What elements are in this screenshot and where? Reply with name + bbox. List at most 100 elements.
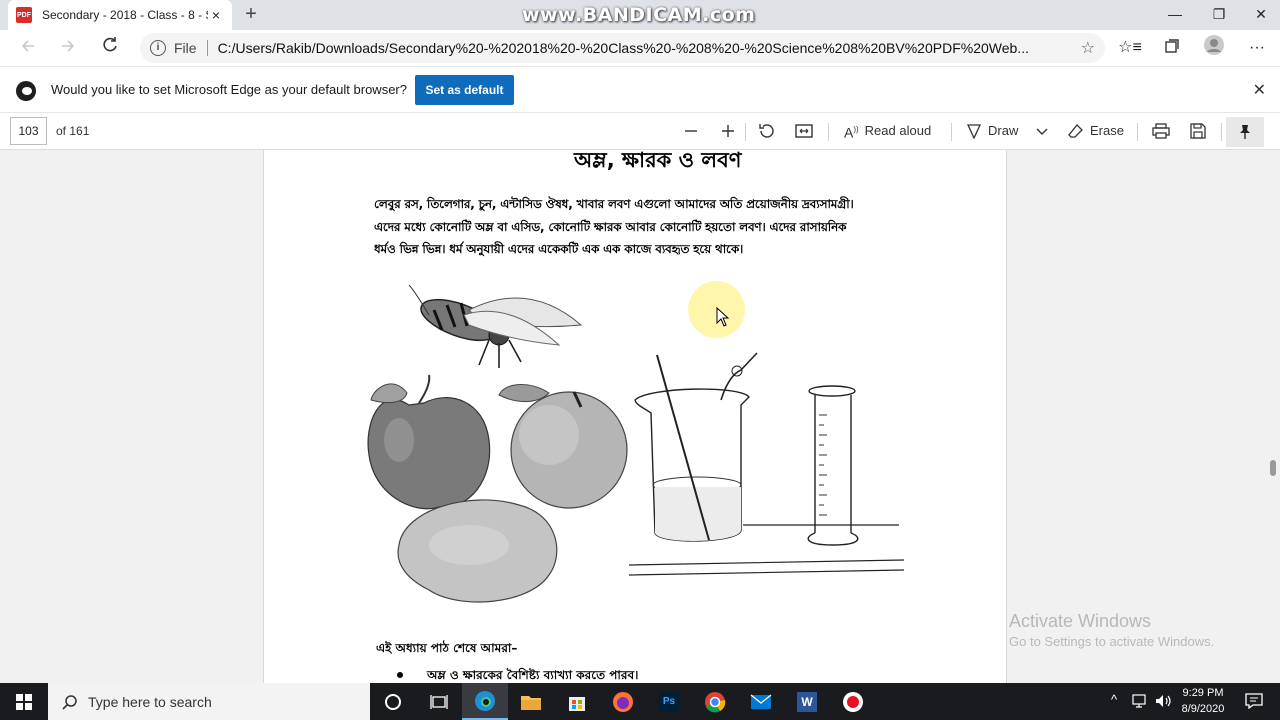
word-icon: W xyxy=(797,691,817,712)
favorites-button[interactable]: ☆≡ xyxy=(1116,34,1144,62)
minimize-button[interactable]: — xyxy=(1152,0,1198,30)
record-icon xyxy=(843,691,863,712)
url-text[interactable]: C:/Users/Rakib/Downloads/Secondary%20-%2… xyxy=(218,40,1058,56)
task-view-button[interactable] xyxy=(416,683,462,720)
maximize-button[interactable]: ❐ xyxy=(1196,0,1242,30)
chrome-icon xyxy=(705,691,726,712)
taskbar-store[interactable] xyxy=(554,683,600,720)
volume-icon[interactable] xyxy=(1155,694,1173,708)
read-aloud-button[interactable]: A)) Read aloud xyxy=(844,120,931,142)
pdf-favicon-icon: PDF xyxy=(16,7,32,23)
mail-icon xyxy=(750,693,772,709)
vertical-scrollbar[interactable] xyxy=(1270,150,1280,683)
cortana-icon xyxy=(385,693,401,710)
taskbar-edge[interactable] xyxy=(462,683,508,720)
network-icon[interactable] xyxy=(1132,694,1150,708)
intro-line-3: ধর্মও ভিন্ন ভিন্ন। ধর্ম অনুযায়ী এদের এক… xyxy=(374,242,744,256)
forward-button[interactable] xyxy=(54,34,82,62)
taskbar-bandicam[interactable] xyxy=(830,683,876,720)
pdf-toolbar: 103 of 161 A)) Read aloud Draw Erase xyxy=(0,112,1280,150)
settings-more-button[interactable]: ··· xyxy=(1243,34,1271,62)
erase-label: Erase xyxy=(1090,123,1124,138)
activate-windows-subtitle: Go to Settings to activate Windows. xyxy=(1009,634,1215,649)
infobar-close-icon[interactable]: ✕ xyxy=(1253,80,1266,100)
printer-icon xyxy=(1152,123,1170,139)
intro-line-1: লেবুর রস, তিলেগার, চুন, এন্টাসিড ঔষধ, খা… xyxy=(374,197,854,211)
clock-date: 8/9/2020 xyxy=(1181,703,1225,715)
favorite-star-icon[interactable]: ☆ xyxy=(1081,38,1095,58)
toolbar-divider xyxy=(951,123,952,141)
site-info-icon[interactable]: i xyxy=(150,40,166,56)
taskbar-word[interactable]: W xyxy=(784,683,830,720)
tab-close-icon[interactable]: × xyxy=(208,7,224,23)
intro-line-2: এদের মধ্যে কোনোটি অম্ল বা এসিড, কোনোটি ক… xyxy=(374,220,847,234)
back-button[interactable] xyxy=(14,34,42,62)
rotate-icon xyxy=(759,124,774,138)
pin-icon xyxy=(1240,125,1250,139)
new-tab-button[interactable]: + xyxy=(240,4,262,26)
start-button[interactable] xyxy=(0,683,48,720)
edge-logo-icon xyxy=(16,81,36,101)
taskbar-clock[interactable]: 9:29 PM 8/9/2020 xyxy=(1172,685,1234,717)
read-aloud-label: Read aloud xyxy=(864,123,932,138)
favorites-icon: ☆≡ xyxy=(1118,39,1142,56)
rotate-button[interactable] xyxy=(758,120,776,142)
page-count: of 161 xyxy=(56,124,90,138)
chevron-down-icon xyxy=(1036,128,1048,135)
zoom-in-button[interactable] xyxy=(720,120,736,142)
taskbar-search[interactable]: Type here to search xyxy=(48,683,370,720)
bench-line xyxy=(628,559,905,576)
pdf-viewer: অম্ল, ক্ষারক ও লবণ লেবুর রস, তিলেগার, চু… xyxy=(0,150,1280,683)
firefox-icon xyxy=(613,691,633,712)
set-as-default-button[interactable]: Set as default xyxy=(415,75,514,105)
print-button[interactable] xyxy=(1152,120,1170,142)
fit-page-icon xyxy=(795,124,813,138)
chapter-title: অম্ল, ক্ষারক ও লবণ xyxy=(574,150,742,172)
pin-toolbar-button[interactable] xyxy=(1226,117,1264,147)
activate-windows-title: Activate Windows xyxy=(1009,611,1152,631)
collections-button[interactable] xyxy=(1158,34,1186,62)
zoom-out-button[interactable] xyxy=(683,120,699,142)
apple-illustration xyxy=(367,374,491,510)
windows-logo-icon xyxy=(16,694,32,710)
show-hidden-icons-chevron-icon[interactable]: ^ xyxy=(1111,692,1117,707)
profile-avatar-icon xyxy=(1204,35,1224,55)
toolbar-divider xyxy=(1137,123,1138,141)
more-dots-icon: ··· xyxy=(1249,39,1265,56)
bullet-dot xyxy=(397,672,403,678)
collections-icon xyxy=(1165,39,1179,53)
address-bar[interactable]: i File C:/Users/Rakib/Downloads/Secondar… xyxy=(140,33,1105,63)
url-separator xyxy=(206,40,208,56)
toolbar-divider xyxy=(745,123,746,141)
search-placeholder: Type here to search xyxy=(88,693,212,710)
clock-time: 9:29 PM xyxy=(1182,687,1224,699)
section-heading: এই অধ্যায় পাঠ শেষে আমরা– xyxy=(376,641,518,655)
taskbar-firefox[interactable] xyxy=(600,683,646,720)
wasp-illustration xyxy=(408,284,583,368)
draw-options-dropdown[interactable] xyxy=(1035,120,1049,142)
draw-pen-icon xyxy=(966,124,982,139)
page-number-input[interactable]: 103 xyxy=(10,117,47,145)
search-icon xyxy=(62,694,77,710)
tab-pdf-document[interactable]: PDF Secondary - 2018 - Class - 8 - Sc × xyxy=(8,0,232,30)
close-window-button[interactable]: ✕ xyxy=(1238,0,1280,30)
refresh-button[interactable] xyxy=(96,34,124,62)
scrollbar-thumb[interactable] xyxy=(1270,460,1276,476)
profile-button[interactable] xyxy=(1200,34,1228,62)
taskbar-chrome[interactable] xyxy=(692,683,738,720)
erase-button[interactable]: Erase xyxy=(1068,120,1124,142)
cortana-button[interactable] xyxy=(370,683,416,720)
taskbar-file-explorer[interactable] xyxy=(508,683,554,720)
recorder-watermark: www.BANDICAM.com xyxy=(522,4,756,26)
save-button[interactable] xyxy=(1190,120,1206,142)
tab-strip: PDF Secondary - 2018 - Class - 8 - Sc × … xyxy=(0,0,1280,30)
toolbar-divider xyxy=(828,123,829,141)
draw-button[interactable]: Draw xyxy=(966,120,1018,142)
infobar-message: Would you like to set Microsoft Edge as … xyxy=(51,82,407,97)
edge-browser-icon xyxy=(475,690,495,711)
taskbar-photoshop[interactable]: Ps xyxy=(646,683,692,720)
fit-page-button[interactable] xyxy=(795,120,813,142)
notifications-icon[interactable] xyxy=(1245,693,1263,709)
taskbar-mail[interactable] xyxy=(738,683,784,720)
bullet-item-1: অম্ল ও ক্ষারকের বৈশিষ্ট্য ব্যাখ্যা করতে … xyxy=(427,668,639,682)
